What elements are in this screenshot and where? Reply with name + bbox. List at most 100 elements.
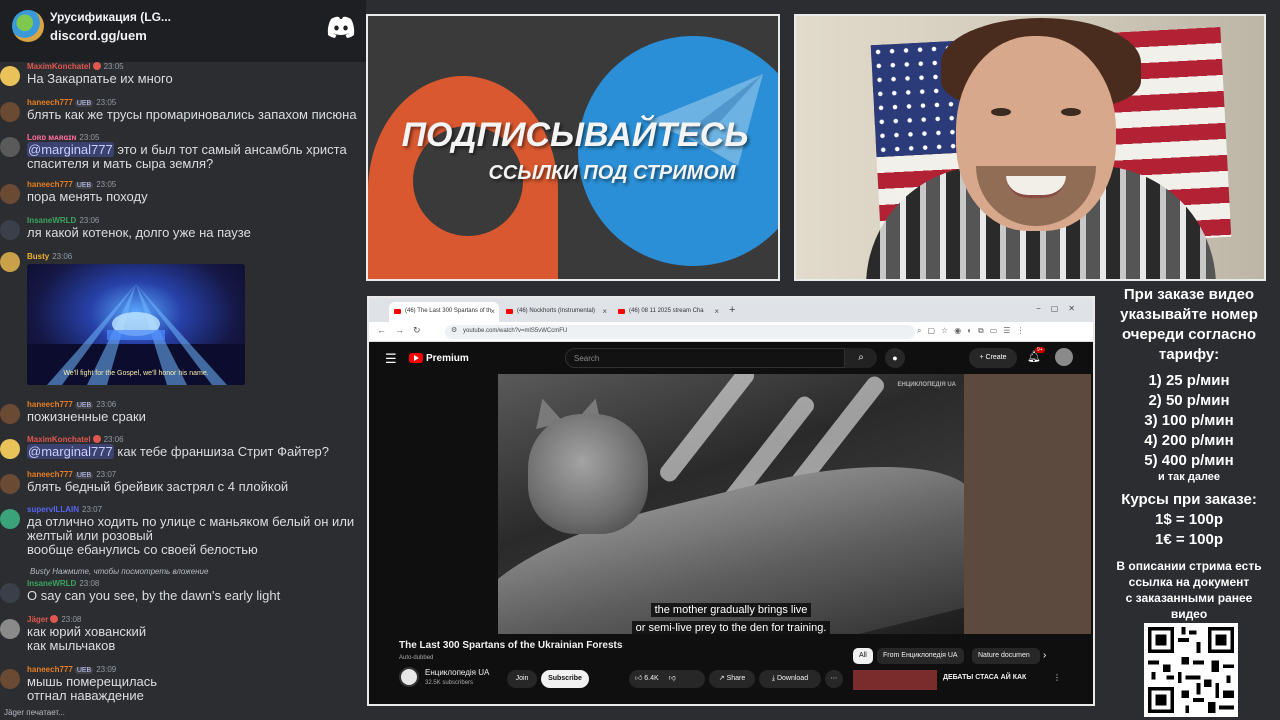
server-invite-link[interactable]: discord.gg/uem bbox=[50, 28, 147, 43]
youtube-page: ☰ Premium Search ⌕ ● + Create 🔔︎ 9+ ЕНЦИ… bbox=[369, 342, 1093, 704]
dislike-icon[interactable]: 👎︎ bbox=[669, 675, 676, 682]
youtube-logo-icon[interactable] bbox=[409, 353, 423, 363]
like-icon[interactable]: 👍︎ bbox=[635, 675, 642, 682]
user-avatar[interactable] bbox=[0, 102, 20, 122]
more-options-icon[interactable]: ⋮ bbox=[1053, 673, 1061, 682]
extension-icons[interactable]: ⌕▢☆◉◐⧉▭☰⋮ bbox=[917, 326, 1030, 336]
video-player[interactable]: ЕНЦИКЛОПЕДІЯ UA the mother gradually bri… bbox=[498, 374, 964, 634]
message-author[interactable]: Jäger bbox=[27, 615, 48, 624]
notification-count: 9+ bbox=[1035, 347, 1045, 353]
chip-all[interactable]: All bbox=[853, 648, 873, 664]
video-subtitles: the mother gradually brings live or semi… bbox=[498, 600, 964, 634]
role-badge-icon bbox=[92, 435, 101, 443]
subscribe-button[interactable]: Subscribe bbox=[541, 670, 589, 688]
forward-icon[interactable]: → bbox=[395, 325, 404, 335]
message-text: как юрий хованский как мыльчаков bbox=[27, 624, 147, 653]
chat-header: Урусификация (LG... discord.gg/uem bbox=[0, 0, 366, 62]
message-text: @marginal777 как тебе франшиза Стрит Фай… bbox=[27, 444, 366, 459]
message-author[interactable]: MaximKonchatel bbox=[27, 435, 91, 444]
auto-dubbed-label: Auto-dubbed bbox=[399, 655, 434, 661]
left-eye bbox=[991, 108, 1011, 116]
browser-tab[interactable]: (46) The Last 300 Spartans of th × bbox=[389, 302, 499, 322]
tab-title: (46) Nockhorts (Instrumental) bbox=[517, 308, 596, 314]
message-author[interactable]: InsaneWRLD bbox=[27, 579, 76, 588]
message-author[interactable]: haneech777 bbox=[27, 400, 73, 409]
discord-icon bbox=[327, 16, 355, 38]
like-dislike-button[interactable]: 👍︎ 6.4K 👎︎ bbox=[629, 670, 705, 688]
user-avatar[interactable] bbox=[0, 404, 20, 424]
chip-nature[interactable]: Nature documen bbox=[972, 648, 1040, 664]
user-avatar[interactable] bbox=[0, 619, 20, 639]
image-caption: We'll fight for the Gospel, we'll honor … bbox=[63, 370, 209, 377]
kitten bbox=[528, 414, 648, 534]
user-mention[interactable]: @marginal777 bbox=[27, 142, 114, 157]
typing-indicator: Jäger печатает... bbox=[4, 708, 65, 717]
recommended-title[interactable]: ДЕБАТЫ СТАСА АЙ КАК bbox=[943, 674, 1026, 681]
message-time: 23:05 bbox=[103, 62, 124, 71]
message-author[interactable]: Busty bbox=[27, 252, 49, 261]
browser-tab[interactable]: (46) Nockhorts (Instrumental) × bbox=[501, 302, 611, 322]
close-icon[interactable]: × bbox=[602, 307, 607, 316]
qr-code-icon bbox=[1144, 623, 1238, 717]
back-icon[interactable]: ← bbox=[377, 325, 386, 335]
server-icon[interactable] bbox=[12, 10, 44, 42]
message-author[interactable]: haneech777 bbox=[27, 180, 73, 189]
more-actions-icon[interactable]: ⋯ bbox=[825, 670, 843, 688]
search-icon[interactable]: ⌕ bbox=[845, 348, 877, 368]
account-avatar[interactable] bbox=[1055, 348, 1073, 366]
chat-message: InsaneWRLD 23:06 ля какой котенок, долго … bbox=[0, 216, 366, 242]
message-author[interactable]: haneech777 bbox=[27, 470, 73, 479]
chat-image-attachment[interactable]: We'll fight for the Gospel, we'll honor … bbox=[27, 264, 245, 385]
chat-message: haneech777 UEB 23:05 пора менять походу bbox=[0, 180, 366, 206]
window-controls[interactable]: −▢✕ bbox=[1036, 304, 1085, 313]
create-button[interactable]: + Create bbox=[969, 348, 1017, 368]
chat-message: haneech777 UEB 23:07 блять бедный брейвик … bbox=[0, 470, 366, 496]
search-input[interactable]: Search bbox=[565, 348, 845, 368]
channel-avatar[interactable] bbox=[399, 667, 419, 687]
user-avatar[interactable] bbox=[0, 220, 20, 240]
message-author[interactable]: InsaneWRLD bbox=[27, 216, 76, 225]
message-author[interactable]: supervILLAIN bbox=[27, 505, 79, 514]
new-tab-icon[interactable]: + bbox=[729, 304, 735, 316]
recommended-thumbnail[interactable] bbox=[853, 670, 937, 690]
url-field[interactable]: ⚙ youtube.com/watch?v=mlS5vWCcmFU bbox=[445, 325, 915, 339]
message-author[interactable]: haneech777 bbox=[27, 665, 73, 674]
close-icon[interactable]: × bbox=[714, 307, 719, 316]
chevron-right-icon[interactable]: › bbox=[1043, 650, 1046, 661]
download-button[interactable]: ⤓ Download bbox=[759, 670, 821, 688]
message-time: 23:06 bbox=[103, 435, 124, 444]
user-avatar[interactable] bbox=[0, 137, 20, 157]
course-usd: 1$ = 100р bbox=[1155, 511, 1223, 528]
microphone-icon[interactable]: ● bbox=[885, 348, 905, 368]
user-avatar[interactable] bbox=[0, 509, 20, 529]
site-info-icon[interactable]: ⚙ bbox=[451, 326, 457, 334]
youtube-premium-label[interactable]: Premium bbox=[426, 353, 469, 364]
user-avatar[interactable] bbox=[0, 66, 20, 86]
youtube-favicon-icon bbox=[394, 309, 401, 314]
user-avatar[interactable] bbox=[0, 252, 20, 272]
message-author[interactable]: haneech777 bbox=[27, 98, 73, 107]
chip-from-channel[interactable]: From Енциклопедія UA bbox=[877, 648, 964, 664]
user-avatar[interactable] bbox=[0, 583, 20, 603]
menu-icon[interactable]: ☰ bbox=[385, 351, 397, 367]
share-button[interactable]: ↗ Share bbox=[709, 670, 755, 688]
close-icon[interactable]: × bbox=[490, 307, 495, 316]
reload-icon[interactable]: ↻ bbox=[413, 325, 421, 336]
message-author[interactable]: MaximKonchatel bbox=[27, 62, 91, 71]
course-eur: 1€ = 100р bbox=[1155, 531, 1223, 548]
description-note-line: с заказанными ранее bbox=[1125, 591, 1253, 605]
channel-name[interactable]: Енциклопедія UA bbox=[425, 668, 489, 677]
message-text: ля какой котенок, долго уже на паузе bbox=[27, 225, 251, 240]
message-author[interactable]: Lᴏʀᴅ ᴍᴀʀɢɪɴ bbox=[27, 133, 76, 142]
user-avatar[interactable] bbox=[0, 474, 20, 494]
guild-tag: UEB bbox=[74, 402, 94, 409]
join-button[interactable]: Join bbox=[507, 670, 537, 688]
user-avatar[interactable] bbox=[0, 184, 20, 204]
user-mention[interactable]: @marginal777 bbox=[27, 444, 114, 459]
browser-tab[interactable]: (46) 08 11 2025 stream Cha × bbox=[613, 302, 723, 322]
user-avatar[interactable] bbox=[0, 669, 20, 689]
user-avatar[interactable] bbox=[0, 439, 20, 459]
create-label: Create bbox=[985, 354, 1007, 361]
reply-preview[interactable]: Busty Нажмите, чтобы посмотреть вложение bbox=[30, 567, 208, 576]
message-time: 23:06 bbox=[96, 400, 117, 409]
